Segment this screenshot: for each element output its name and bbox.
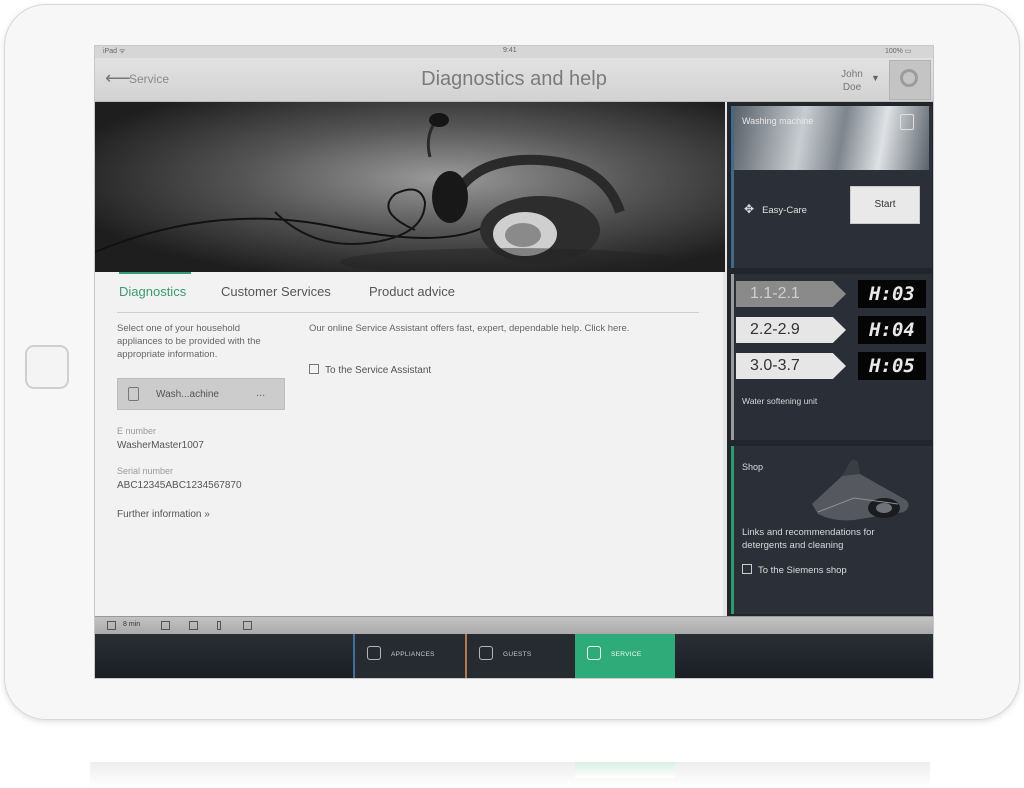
appliance-selector-label: Wash...achine <box>156 389 219 400</box>
start-button[interactable]: Start <box>850 186 920 224</box>
headset-illustration <box>95 113 680 272</box>
appliance-icon <box>367 646 381 660</box>
gear-icon <box>900 69 918 87</box>
instruction-text: Select one of your household appliances … <box>117 323 261 360</box>
book-icon[interactable] <box>243 621 252 630</box>
enumber-label: E number <box>117 426 157 436</box>
hardness-display: H:04 <box>858 316 926 344</box>
water-softening-label: Water softening unit <box>742 396 818 406</box>
hardness-row[interactable]: 1.1-2.1 H:03 <box>734 278 929 310</box>
program-icon: ✥ <box>744 202 755 216</box>
clock-icon[interactable] <box>107 621 116 630</box>
external-link-icon <box>742 564 752 574</box>
shop-description: Links and recommendations for detergents… <box>742 527 875 551</box>
tab-product-advice[interactable]: Product advice <box>369 284 455 299</box>
external-link-icon <box>309 364 319 374</box>
bottom-toolbar: 8 min <box>95 616 933 635</box>
hardness-range: 2.2-2.9 <box>736 317 846 343</box>
washing-machine-card[interactable]: Washing machine ✥ Easy-Care Start <box>731 106 932 268</box>
tab-diagnostics[interactable]: Diagnostics <box>119 284 186 299</box>
easycare-program: ✥ Easy-Care <box>744 202 807 216</box>
lock-icon[interactable] <box>189 621 198 630</box>
clock: 9:41 <box>503 47 517 54</box>
active-tab-indicator <box>119 272 191 274</box>
enumber-value: WasherMaster1007 <box>117 440 204 451</box>
carrier-label: iPad ᯤ <box>103 48 126 55</box>
appliance-selector[interactable]: Wash...achine ... <box>117 378 285 410</box>
siemens-shop-link-label: To the Siemens shop <box>758 565 847 576</box>
siemens-shop-link[interactable]: To the Siemens shop <box>742 564 847 576</box>
nav-guests-label: GUESTS <box>503 651 532 658</box>
timer-label: 8 min <box>123 621 141 628</box>
hardness-row[interactable]: 3.0-3.7 H:05 <box>734 350 929 382</box>
tablet-reflection <box>90 762 930 788</box>
chevron-down-icon[interactable]: ▼ <box>871 73 880 83</box>
status-bar: iPad ᯤ 9:41 100% ▭ <box>95 46 933 58</box>
guests-icon <box>479 646 493 660</box>
battery-indicator: 100% ▭ <box>885 48 912 55</box>
hardness-row[interactable]: 2.2-2.9 H:04 <box>734 314 929 346</box>
washing-machine-icon <box>128 387 139 401</box>
user-first-name: John <box>841 69 863 80</box>
tabs-divider <box>117 312 699 313</box>
nav-service-label: SERVICE <box>611 651 642 658</box>
service-icon <box>587 646 601 660</box>
settings-button[interactable] <box>889 60 931 100</box>
hardness-display: H:05 <box>858 352 926 380</box>
hardness-display: H:03 <box>858 280 926 308</box>
tab-customer-services[interactable]: Customer Services <box>221 284 331 299</box>
further-information-link[interactable]: Further information » <box>117 509 210 520</box>
easycare-label: Easy-Care <box>762 205 807 216</box>
service-assistant-link[interactable]: To the Service Assistant <box>309 364 431 376</box>
user-last-name: Doe <box>842 82 862 93</box>
hero-image <box>95 102 725 272</box>
nav-appliances[interactable]: APPLIANCES <box>353 634 465 678</box>
nav-guests[interactable]: GUESTS <box>465 634 575 678</box>
detergent-product-image <box>812 460 909 521</box>
service-assistant-link-label: To the Service Assistant <box>325 365 432 376</box>
page-title: Diagnostics and help <box>421 68 607 90</box>
screen: iPad ᯤ 9:41 100% ▭ ⟵ Service Diagnostics… <box>94 45 934 679</box>
service-assistant-text: Our online Service Assistant offers fast… <box>309 323 630 334</box>
content-panel: Diagnostics Customer Services Product ad… <box>95 272 723 616</box>
right-panel: Washing machine ✥ Easy-Care Start 1.1-2.1… <box>727 102 933 616</box>
washing-machine-icon <box>900 114 914 130</box>
user-menu[interactable]: John Doe <box>837 68 867 94</box>
grid-icon[interactable] <box>161 621 170 630</box>
tab-bar: Diagnostics Customer Services Product ad… <box>95 272 723 312</box>
bottom-nav: APPLIANCES GUESTS SERVICE <box>95 634 933 678</box>
serial-value: ABC12345ABC1234567870 <box>117 480 242 491</box>
water-softening-card[interactable]: 1.1-2.1 H:03 2.2-2.9 H:04 3.0-3.7 H:05 W… <box>731 274 932 440</box>
nav-bar: ⟵ Service Diagnostics and help John Doe … <box>95 58 933 102</box>
home-button[interactable] <box>25 345 69 389</box>
more-icon: ... <box>256 387 266 399</box>
hardness-range: 3.0-3.7 <box>736 353 846 379</box>
nav-service[interactable]: SERVICE <box>575 634 675 678</box>
nav-appliances-label: APPLIANCES <box>391 651 435 658</box>
shop-card[interactable]: Shop Links and recommendations for deter… <box>731 446 932 614</box>
washing-machine-title: Washing machine <box>742 116 814 126</box>
info-icon[interactable] <box>217 621 221 630</box>
shop-title: Shop <box>742 462 764 472</box>
serial-label: Serial number <box>117 466 174 476</box>
hardness-range: 1.1-2.1 <box>736 281 846 307</box>
